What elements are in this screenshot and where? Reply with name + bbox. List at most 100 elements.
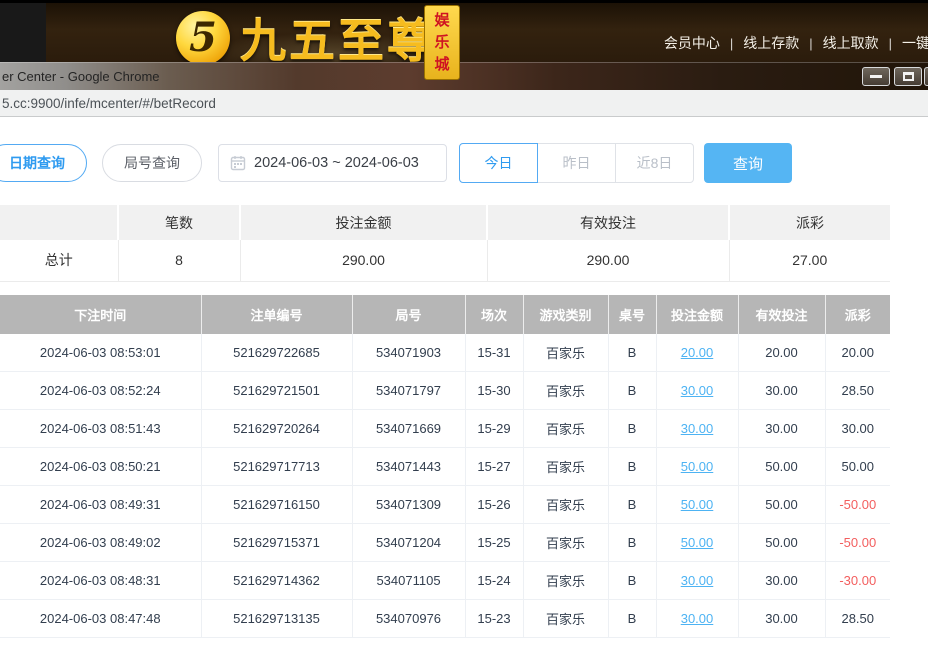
cell-bet-amount[interactable]: 50.00 — [656, 448, 738, 486]
logo-number: 5 — [189, 14, 217, 61]
cell-game-type: 百家乐 — [523, 600, 608, 638]
tab-date-query[interactable]: 日期查询 — [0, 144, 87, 182]
cell-game-type: 百家乐 — [523, 524, 608, 562]
cell-bet-id: 521629715371 — [201, 524, 352, 562]
summary-header-payout: 派彩 — [729, 205, 890, 240]
quick-last8days-button[interactable]: 近8日 — [615, 143, 694, 183]
cell-bet-id: 521629716150 — [201, 486, 352, 524]
col-bet-id: 注单编号 — [201, 295, 352, 334]
summary-header-valid-bet: 有效投注 — [487, 205, 729, 240]
quick-today-button[interactable]: 今日 — [459, 143, 538, 183]
minimize-button[interactable] — [862, 67, 890, 86]
maximize-icon — [903, 72, 914, 81]
summary-total-row: 总计 8 290.00 290.00 27.00 — [0, 240, 890, 281]
col-bet-amount: 投注金额 — [656, 295, 738, 334]
url-text: 5.cc:9900/infe/mcenter/#/betRecord — [0, 96, 216, 111]
date-range-value: 2024-06-03 ~ 2024-06-03 — [254, 155, 419, 171]
cell-payout: 28.50 — [825, 600, 890, 638]
nav-separator: | — [889, 36, 892, 51]
cell-payout: 20.00 — [825, 334, 890, 372]
filter-toolbar: 日期查询 局号查询 2024-06-03 ~ 2024-06-03 今日 昨日 — [0, 143, 928, 183]
cell-round-id: 534071903 — [352, 334, 465, 372]
cell-session: 15-27 — [465, 448, 523, 486]
cell-bet-amount[interactable]: 50.00 — [656, 524, 738, 562]
cell-session: 15-23 — [465, 600, 523, 638]
nav-member-center[interactable]: 会员中心 — [664, 33, 720, 53]
cell-table-no: B — [608, 600, 656, 638]
cell-bet-amount[interactable]: 20.00 — [656, 334, 738, 372]
summary-total-label: 总计 — [0, 240, 118, 281]
cell-table-no: B — [608, 410, 656, 448]
cell-bet-amount[interactable]: 30.00 — [656, 372, 738, 410]
col-game-type: 游戏类别 — [523, 295, 608, 334]
left-black-strip — [0, 3, 46, 65]
table-row: 2024-06-03 08:49:31521629716150534071309… — [0, 486, 890, 524]
cell-bet-time: 2024-06-03 08:50:21 — [0, 448, 201, 486]
cell-session: 15-26 — [465, 486, 523, 524]
table-row: 2024-06-03 08:53:01521629722685534071903… — [0, 334, 890, 372]
summary-valid-bet: 290.00 — [487, 240, 729, 281]
browser-urlbar[interactable]: 5.cc:9900/infe/mcenter/#/betRecord — [0, 90, 928, 117]
summary-bet-amount: 290.00 — [240, 240, 487, 281]
maximize-button[interactable] — [894, 67, 922, 86]
cell-round-id: 534071443 — [352, 448, 465, 486]
cell-table-no: B — [608, 562, 656, 600]
cell-valid-bet: 30.00 — [738, 562, 825, 600]
table-row: 2024-06-03 08:51:43521629720264534071669… — [0, 410, 890, 448]
date-range-input[interactable]: 2024-06-03 ~ 2024-06-03 — [218, 144, 447, 182]
cell-bet-amount[interactable]: 30.00 — [656, 600, 738, 638]
casino-header: 5 九五至尊 会员中心 | 线上存款 | 线上取款 | 一键回 — [0, 0, 928, 62]
quick-yesterday-button[interactable]: 昨日 — [537, 143, 616, 183]
cell-valid-bet: 50.00 — [738, 486, 825, 524]
cell-valid-bet: 50.00 — [738, 448, 825, 486]
quick-range-group: 今日 昨日 近8日 — [459, 143, 694, 183]
search-button[interactable]: 查询 — [704, 143, 792, 183]
summary-header-bet-amount: 投注金额 — [240, 205, 487, 240]
cell-bet-amount[interactable]: 30.00 — [656, 562, 738, 600]
cell-session: 15-29 — [465, 410, 523, 448]
cell-payout: -50.00 — [825, 524, 890, 562]
cell-valid-bet: 30.00 — [738, 600, 825, 638]
cell-bet-id: 521629717713 — [201, 448, 352, 486]
cell-game-type: 百家乐 — [523, 334, 608, 372]
cell-round-id: 534071204 — [352, 524, 465, 562]
cell-game-type: 百家乐 — [523, 448, 608, 486]
cell-round-id: 534071105 — [352, 562, 465, 600]
cell-bet-time: 2024-06-03 08:52:24 — [0, 372, 201, 410]
table-row: 2024-06-03 08:48:31521629714362534071105… — [0, 562, 890, 600]
close-button[interactable] — [924, 67, 928, 86]
cell-table-no: B — [608, 448, 656, 486]
bet-record-table: 下注时间 注单编号 局号 场次 游戏类别 桌号 投注金额 有效投注 派彩 202… — [0, 295, 890, 639]
cell-bet-amount[interactable]: 50.00 — [656, 486, 738, 524]
col-valid-bet: 有效投注 — [738, 295, 825, 334]
summary-table: 笔数 投注金额 有效投注 派彩 总计 8 290.00 290.00 27.00 — [0, 205, 890, 282]
cell-game-type: 百家乐 — [523, 410, 608, 448]
nav-one-click[interactable]: 一键回 — [902, 33, 928, 53]
summary-header-empty — [0, 205, 118, 240]
summary-header-count: 笔数 — [118, 205, 240, 240]
table-row: 2024-06-03 08:50:21521629717713534071443… — [0, 448, 890, 486]
cell-bet-id: 521629720264 — [201, 410, 352, 448]
cell-bet-amount[interactable]: 30.00 — [656, 410, 738, 448]
col-session: 场次 — [465, 295, 523, 334]
cell-bet-time: 2024-06-03 08:48:31 — [0, 562, 201, 600]
top-nav: 会员中心 | 线上存款 | 线上取款 | 一键回 — [664, 33, 928, 53]
nav-separator: | — [730, 36, 733, 51]
cell-table-no: B — [608, 524, 656, 562]
cell-payout: 28.50 — [825, 372, 890, 410]
col-bet-time: 下注时间 — [0, 295, 201, 334]
cell-session: 15-24 — [465, 562, 523, 600]
nav-online-deposit[interactable]: 线上存款 — [743, 33, 799, 53]
bet-table-body: 2024-06-03 08:53:01521629722685534071903… — [0, 334, 890, 638]
tab-round-query[interactable]: 局号查询 — [102, 144, 202, 182]
cell-valid-bet: 20.00 — [738, 334, 825, 372]
cell-bet-time: 2024-06-03 08:47:48 — [0, 600, 201, 638]
badge-char: 城 — [434, 57, 449, 72]
badge-char: 乐 — [434, 35, 449, 50]
nav-separator: | — [809, 36, 812, 51]
summary-count: 8 — [118, 240, 240, 281]
cell-bet-id: 521629713135 — [201, 600, 352, 638]
cell-table-no: B — [608, 486, 656, 524]
cell-bet-time: 2024-06-03 08:49:31 — [0, 486, 201, 524]
nav-online-withdraw[interactable]: 线上取款 — [823, 33, 879, 53]
